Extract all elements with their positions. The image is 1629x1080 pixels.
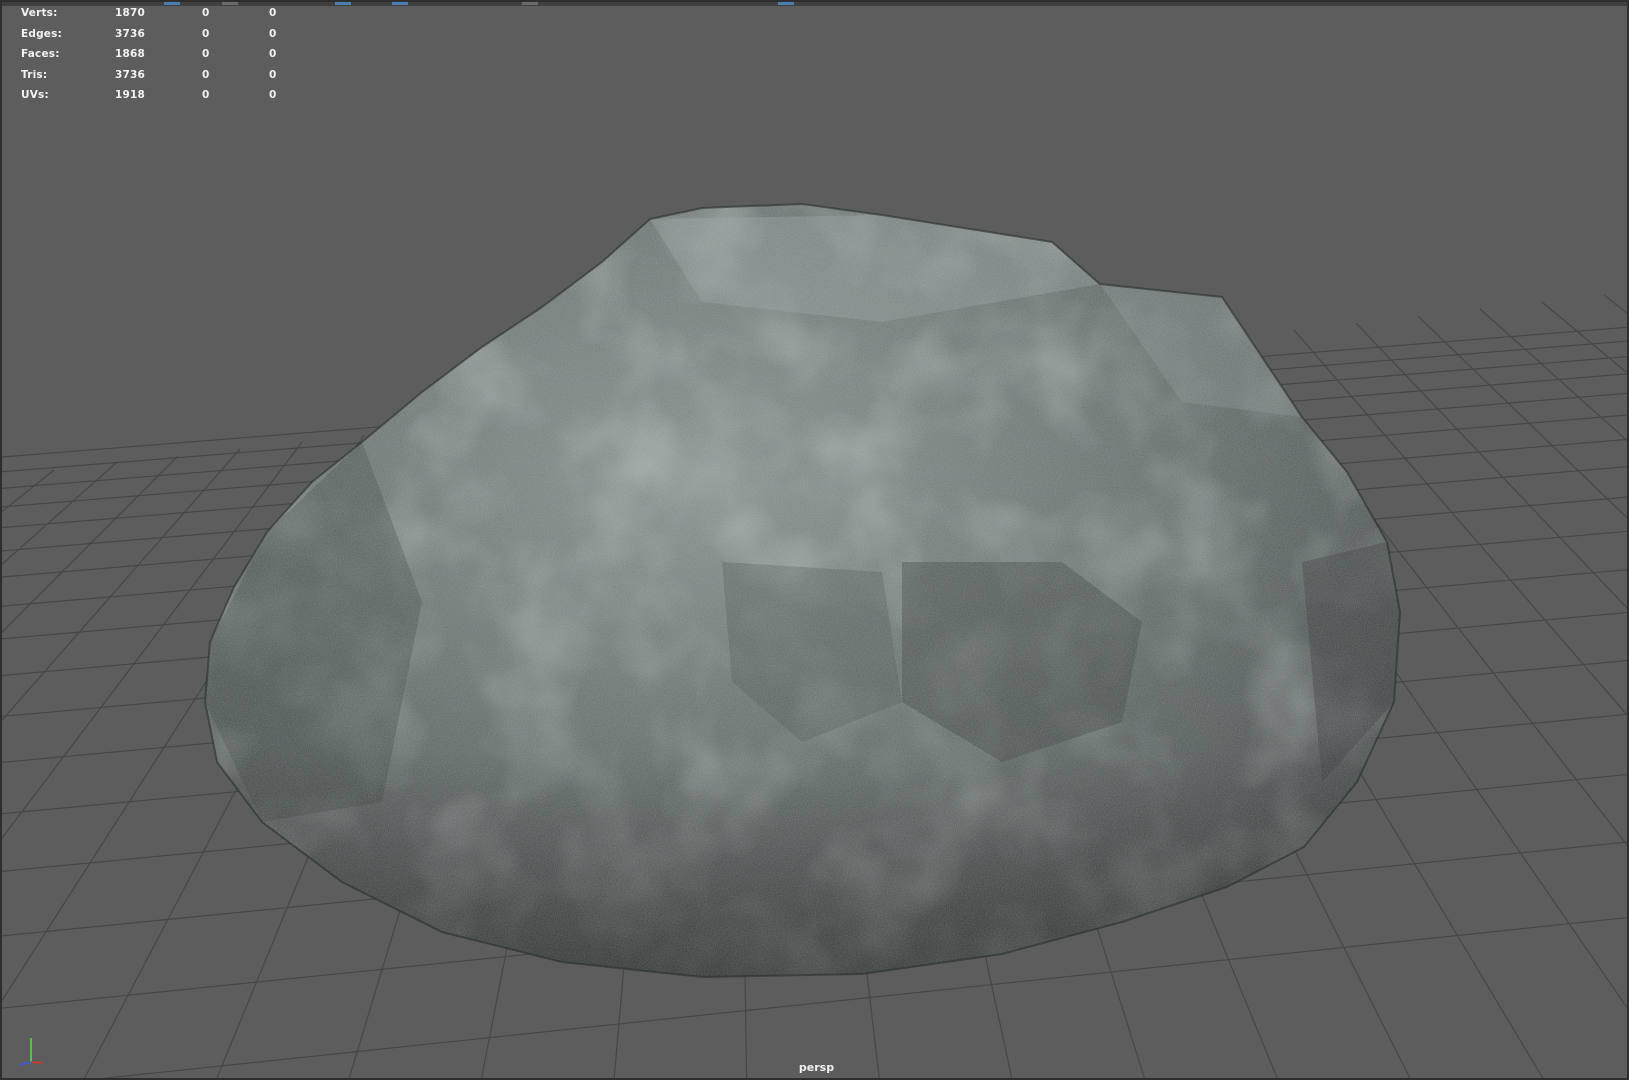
hud-total: 1868 bbox=[115, 48, 146, 61]
hud-total: 1870 bbox=[115, 7, 146, 19]
grid-line bbox=[1479, 308, 1627, 442]
camera-name-label: persp bbox=[798, 1061, 835, 1074]
rock-mesh bbox=[205, 204, 1400, 977]
grid-line bbox=[1355, 322, 1627, 609]
hud-extra: 0 bbox=[269, 27, 277, 40]
hud-label: Verts: bbox=[21, 7, 58, 19]
scene-view[interactable] bbox=[2, 2, 1629, 1080]
hud-selected: 0 bbox=[202, 68, 210, 81]
hud-extra: 0 bbox=[269, 48, 277, 61]
grid-line bbox=[2, 462, 117, 566]
hud-selected: 0 bbox=[202, 27, 210, 40]
hud-label: Faces: bbox=[21, 48, 60, 61]
hud-extra: 0 bbox=[269, 7, 277, 19]
hud-total: 3736 bbox=[115, 68, 146, 81]
hud-selected: 0 bbox=[202, 48, 210, 61]
perspective-viewport[interactable]: Verts: 1870 0 0 Edges: 3736 0 0 Faces: 1… bbox=[0, 0, 1629, 1080]
hud-label: Edges: bbox=[21, 27, 62, 40]
hud-extra: 0 bbox=[269, 89, 277, 102]
hud-selected: 0 bbox=[202, 89, 210, 102]
hud-label: UVs: bbox=[21, 89, 49, 102]
hud-selected: 0 bbox=[202, 7, 210, 19]
grid-line bbox=[1603, 294, 1627, 314]
hud-label: Tris: bbox=[21, 68, 48, 81]
hud-extra: 0 bbox=[269, 68, 277, 81]
hud-total: 1918 bbox=[115, 89, 146, 102]
hud-total: 3736 bbox=[115, 27, 146, 40]
grid-line bbox=[2, 448, 241, 722]
